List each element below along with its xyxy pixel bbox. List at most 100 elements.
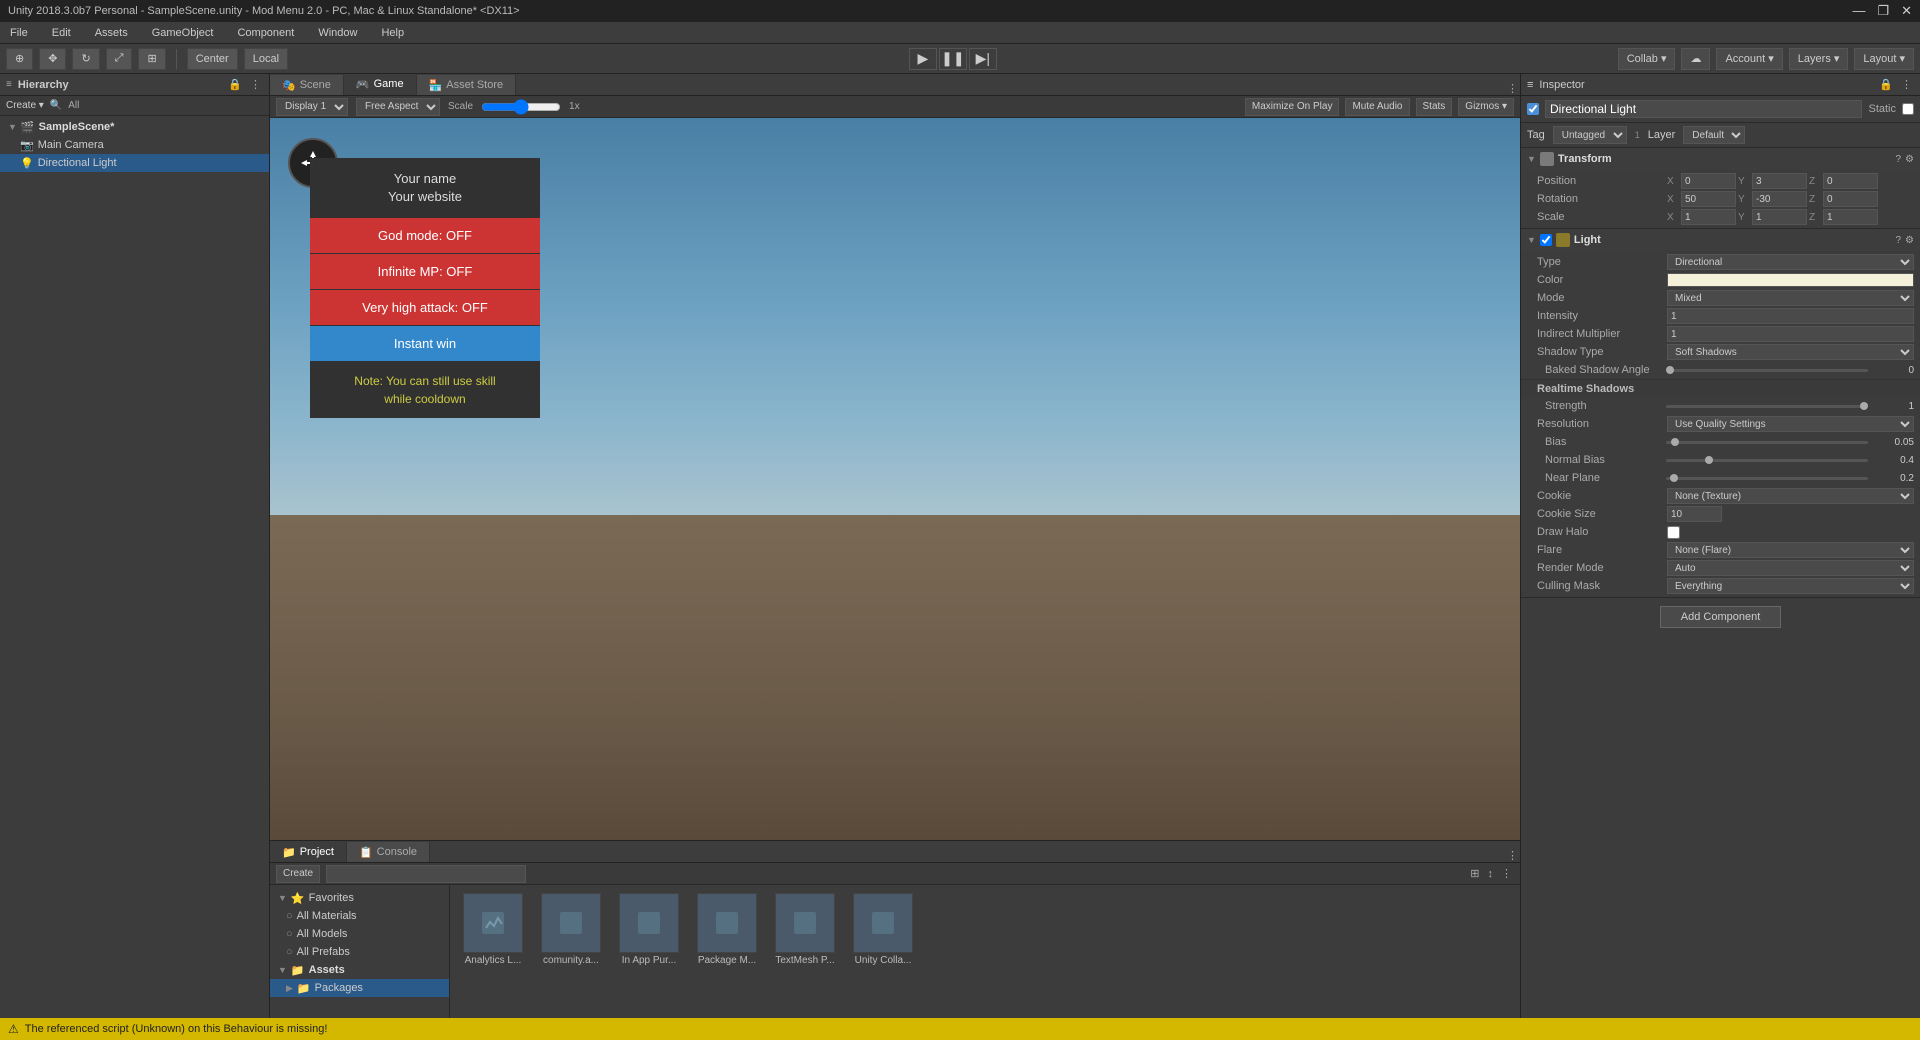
collab-button[interactable]: Collab ▾ [1618,48,1676,70]
layers-button[interactable]: Layers ▾ [1789,48,1849,70]
cookie-select[interactable]: None (Texture) [1667,488,1914,504]
project-sort-btn[interactable]: ↕ [1486,867,1496,880]
position-y[interactable] [1752,173,1807,189]
scale-z[interactable] [1823,209,1878,225]
light-intensity-input[interactable] [1667,308,1914,324]
resolution-select[interactable]: Use Quality Settings [1667,416,1914,432]
asset-packagem[interactable]: Package M... [692,893,762,967]
bottom-panel-menu[interactable]: ⋮ [1505,849,1520,862]
scale-y[interactable] [1752,209,1807,225]
inspector-lock[interactable]: 🔒 [1877,78,1895,91]
near-plane-slider[interactable] [1666,477,1868,480]
bias-slider[interactable] [1666,441,1868,444]
menu-assets[interactable]: Assets [91,25,132,41]
mute-audio-btn[interactable]: Mute Audio [1345,98,1409,116]
menu-component[interactable]: Component [233,25,298,41]
light-mode-select[interactable]: Mixed [1667,290,1914,306]
sidebar-all-materials[interactable]: ○ All Materials [270,907,449,925]
shadow-type-select[interactable]: Soft Shadows [1667,344,1914,360]
render-mode-select[interactable]: Auto [1667,560,1914,576]
strength-slider[interactable] [1666,405,1868,408]
stats-btn[interactable]: Stats [1416,98,1453,116]
center-button[interactable]: Center [187,48,238,70]
menu-help[interactable]: Help [377,25,408,41]
tab-asset-store[interactable]: 🏪 Asset Store [417,75,517,95]
tab-game[interactable]: 🎮 Game [344,75,417,95]
scale-x[interactable] [1681,209,1736,225]
baked-shadow-slider[interactable] [1666,369,1868,372]
add-component-button[interactable]: Add Component [1660,606,1782,628]
rotation-x[interactable] [1681,191,1736,207]
indirect-mult-input[interactable] [1667,326,1914,342]
layout-button[interactable]: Layout ▾ [1854,48,1914,70]
hierarchy-camera[interactable]: 📷 Main Camera [0,136,269,154]
hierarchy-menu[interactable]: ⋮ [248,78,263,91]
menu-edit[interactable]: Edit [48,25,75,41]
tool-move[interactable]: ⊕ [6,48,33,70]
display-select[interactable]: Display 1 [276,98,348,116]
sidebar-assets[interactable]: ▼ 📁 Assets [270,961,449,979]
menu-file[interactable]: File [6,25,32,41]
tool-rect[interactable]: ⊞ [138,48,165,70]
asset-analytics[interactable]: Analytics L... [458,893,528,967]
light-type-select[interactable]: Directional [1667,254,1914,270]
aspect-select[interactable]: Free Aspect [356,98,440,116]
normal-bias-slider[interactable] [1666,459,1868,462]
object-name-input[interactable] [1545,100,1862,118]
local-button[interactable]: Local [244,48,288,70]
scale-slider[interactable] [481,99,561,115]
close-button[interactable]: ✕ [1901,3,1912,19]
transform-header[interactable]: ▼ Transform ? ⚙ [1521,148,1920,170]
transform-help[interactable]: ? [1895,154,1901,165]
position-x[interactable] [1681,173,1736,189]
pause-button[interactable]: ❚❚ [939,48,967,70]
layer-select[interactable]: Default [1683,126,1745,144]
transform-settings[interactable]: ⚙ [1905,154,1914,165]
project-search[interactable] [326,865,526,883]
position-z[interactable] [1823,173,1878,189]
asset-comunity[interactable]: comunity.a... [536,893,606,967]
menu-gameobject[interactable]: GameObject [148,25,218,41]
light-color-swatch[interactable] [1667,273,1914,287]
flare-select[interactable]: None (Flare) [1667,542,1914,558]
tab-console[interactable]: 📋 Console [347,842,430,862]
static-checkbox[interactable] [1902,103,1914,115]
hierarchy-light[interactable]: 💡 Directional Light [0,154,269,172]
tag-select[interactable]: Untagged [1553,126,1627,144]
culling-mask-select[interactable]: Everything [1667,578,1914,594]
sidebar-all-prefabs[interactable]: ○ All Prefabs [270,943,449,961]
step-button[interactable]: ▶| [969,48,997,70]
light-settings[interactable]: ⚙ [1905,235,1914,246]
view-panel-menu[interactable]: ⋮ [1505,82,1520,95]
tool-scale[interactable]: ⤢ [106,48,133,70]
gizmos-btn[interactable]: Gizmos ▾ [1458,98,1514,116]
project-create-btn[interactable]: Create [276,865,320,883]
object-active-checkbox[interactable] [1527,103,1539,115]
account-button[interactable]: Account ▾ [1716,48,1782,70]
hierarchy-all[interactable]: All [68,100,79,111]
hierarchy-create-btn[interactable]: Create ▾ [6,100,44,111]
light-help[interactable]: ? [1895,235,1901,246]
infinite-mp-button[interactable]: Infinite MP: OFF [310,254,540,289]
project-more-btn[interactable]: ⋮ [1499,867,1514,880]
asset-inapp[interactable]: In App Pur... [614,893,684,967]
tab-scene[interactable]: 🎭 Scene [270,75,344,95]
draw-halo-check[interactable] [1667,526,1680,539]
asset-textmesh[interactable]: TextMesh P... [770,893,840,967]
project-view-btn[interactable]: ⊞ [1468,867,1481,880]
light-active-check[interactable] [1540,234,1552,246]
sidebar-favorites[interactable]: ▼ ⭐ Favorites [270,889,449,907]
tab-project[interactable]: 📁 Project [270,842,347,862]
rotation-z[interactable] [1823,191,1878,207]
very-high-attack-button[interactable]: Very high attack: OFF [310,290,540,325]
maximize-on-play-btn[interactable]: Maximize On Play [1245,98,1340,116]
menu-window[interactable]: Window [314,25,361,41]
cloud-button[interactable]: ☁ [1681,48,1710,70]
instant-win-button[interactable]: Instant win [310,326,540,361]
minimize-button[interactable]: — [1852,3,1865,19]
asset-unity-colla[interactable]: Unity Colla... [848,893,918,967]
tool-pan[interactable]: ✥ [39,48,66,70]
sidebar-all-models[interactable]: ○ All Models [270,925,449,943]
rotation-y[interactable] [1752,191,1807,207]
light-header[interactable]: ▼ Light ? ⚙ [1521,229,1920,251]
